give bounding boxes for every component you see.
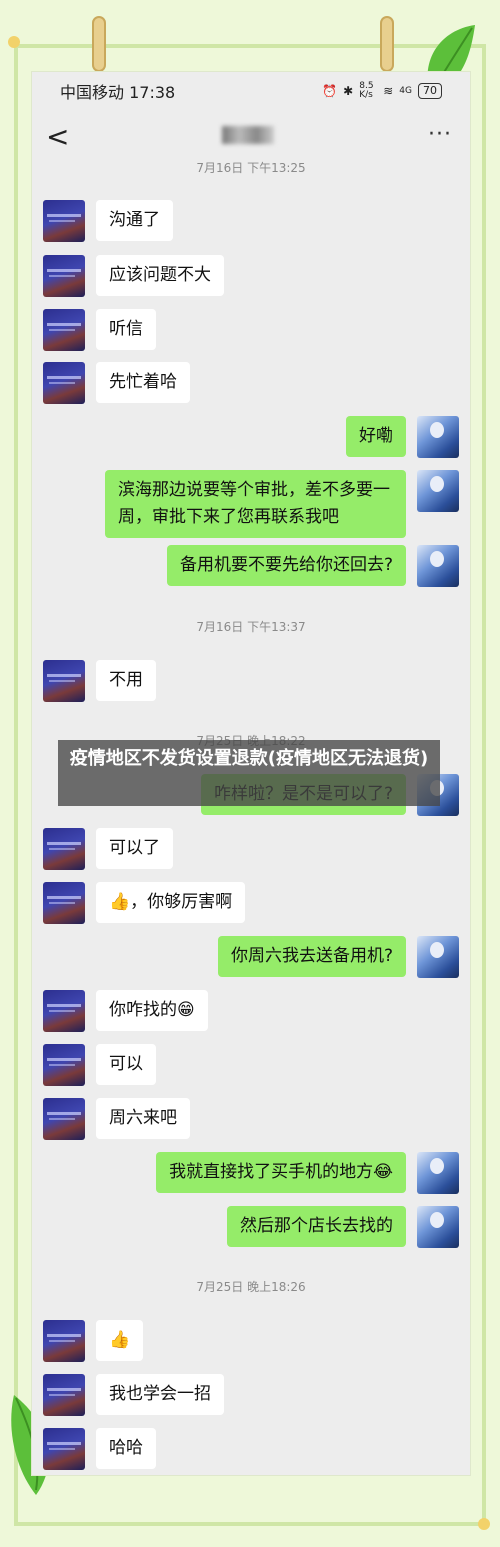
wifi-icon: ≋ xyxy=(383,84,394,98)
sent-message[interactable]: 你周六我去送备用机? xyxy=(217,936,406,977)
battery-icon: 70 xyxy=(418,83,442,99)
contact-avatar[interactable] xyxy=(43,1044,85,1086)
contact-avatar[interactable] xyxy=(43,362,85,404)
overlay-banner: 疫情地区不发货设置退款(疫情地区无法退货) xyxy=(58,740,440,806)
received-message[interactable]: 可以了 xyxy=(96,828,173,869)
frame-bottom-line xyxy=(14,1522,486,1526)
frame-top-line xyxy=(14,44,484,48)
back-arrow-icon[interactable]: < xyxy=(46,120,69,153)
my-avatar[interactable] xyxy=(417,936,459,978)
carrier-time: 中国移动 17:38 xyxy=(60,83,176,102)
deco-dot xyxy=(478,1518,490,1530)
received-message[interactable]: 沟通了 xyxy=(96,200,173,241)
received-message[interactable]: 先忙着哈 xyxy=(96,362,190,403)
sent-message[interactable]: 备用机要不要先给你还回去? xyxy=(166,545,406,586)
received-message[interactable]: 哈哈 xyxy=(96,1428,156,1469)
paper-clip-left xyxy=(92,16,106,72)
timestamp: 7月25日 晚上18:26 xyxy=(196,1280,306,1294)
frame-left-line xyxy=(14,44,18,1524)
received-message[interactable]: 听信 xyxy=(96,309,156,350)
sent-message[interactable]: 滨海那边说要等个审批，差不多要一周，审批下来了您再联系我吧 xyxy=(105,470,406,538)
status-icons: ⏰ ✱ 8.5 K/s ≋ 4G 70 xyxy=(322,82,442,100)
contact-avatar[interactable] xyxy=(43,255,85,297)
my-avatar[interactable] xyxy=(417,470,459,512)
contact-avatar[interactable] xyxy=(43,1428,85,1470)
received-message[interactable]: 周六来吧 xyxy=(96,1098,190,1139)
received-message[interactable]: 不用 xyxy=(96,660,156,701)
contact-avatar[interactable] xyxy=(43,1374,85,1416)
received-message[interactable]: 可以 xyxy=(96,1044,156,1085)
banner-title: 疫情地区不发货设置退款(疫情地区无法退货) xyxy=(69,748,429,769)
sent-message[interactable]: 好嘞 xyxy=(346,416,406,457)
my-avatar[interactable] xyxy=(417,416,459,458)
bluetooth-icon: ✱ xyxy=(343,84,354,98)
net-speed: 8.5 K/s xyxy=(359,81,374,100)
contact-avatar[interactable] xyxy=(43,1320,85,1362)
status-bar: 中国移动 17:38 ⏰ ✱ 8.5 K/s ≋ 4G 70 xyxy=(32,72,470,110)
more-icon[interactable]: ··· xyxy=(428,122,452,147)
contact-avatar[interactable] xyxy=(43,882,85,924)
contact-name-redacted xyxy=(222,126,274,144)
sent-message[interactable]: 然后那个店长去找的 xyxy=(227,1206,406,1247)
my-avatar[interactable] xyxy=(417,1152,459,1194)
received-message[interactable]: 我也学会一招 xyxy=(96,1374,224,1415)
contact-avatar[interactable] xyxy=(43,1098,85,1140)
contact-avatar[interactable] xyxy=(43,990,85,1032)
contact-avatar[interactable] xyxy=(43,309,85,351)
received-message[interactable]: 👍 xyxy=(96,1320,144,1361)
signal: 4G xyxy=(399,86,412,96)
sent-message[interactable]: 我就直接找了买手机的地方😂 xyxy=(156,1152,406,1193)
frame-right-line xyxy=(482,44,486,1524)
received-message[interactable]: 应该问题不大 xyxy=(96,255,224,296)
paper-clip-right xyxy=(380,16,394,72)
alarm-icon: ⏰ xyxy=(322,84,338,98)
deco-dot xyxy=(8,36,20,48)
timestamp: 7月16日 下午13:25 xyxy=(196,161,306,175)
contact-avatar[interactable] xyxy=(43,660,85,702)
received-message[interactable]: 你咋找的😁 xyxy=(96,990,208,1031)
received-message[interactable]: 👍，你够厉害啊 xyxy=(96,882,246,923)
contact-avatar[interactable] xyxy=(43,828,85,870)
contact-avatar[interactable] xyxy=(43,200,85,242)
my-avatar[interactable] xyxy=(417,1206,459,1248)
my-avatar[interactable] xyxy=(417,545,459,587)
timestamp: 7月16日 下午13:37 xyxy=(196,620,306,634)
